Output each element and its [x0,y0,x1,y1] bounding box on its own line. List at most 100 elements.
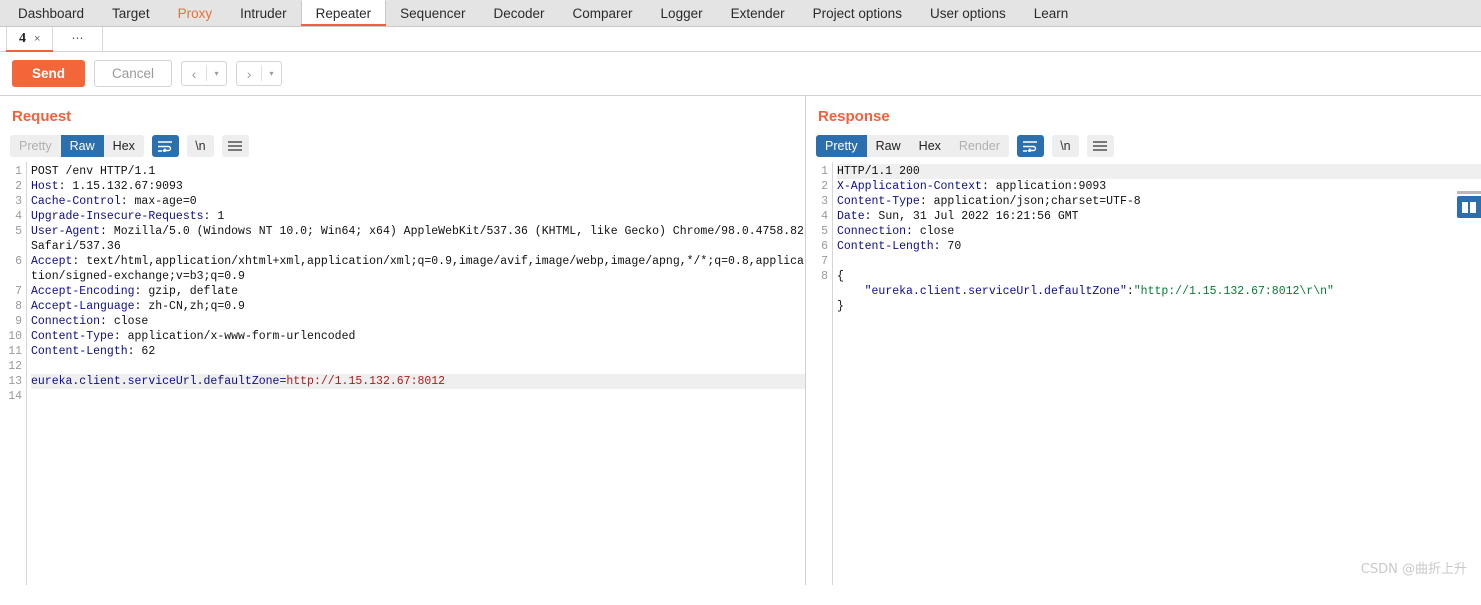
response-pane: Response Pretty Raw Hex Render \n 12345678 … [806,96,1481,585]
wrap-lines-icon[interactable] [1016,135,1044,157]
request-token: Accept-Encoding [31,285,135,298]
request-response-split: Request Pretty Raw Hex \n 1 2 3 4 5 6 7 8 9 10 11 12 1… [0,96,1481,585]
newline-toggle-icon[interactable]: \n [186,135,214,157]
chevron-right-icon: › [246,65,252,82]
main-tab-repeater[interactable]: Repeater [300,0,387,26]
hamburger-menu-icon[interactable] [221,135,249,157]
response-line-number: 2 [821,180,828,193]
request-line-number: 11 [8,345,22,358]
main-tab-project-options[interactable]: Project options [799,0,916,26]
request-line: Upgrade-Insecure-Requests: 1 [31,209,805,224]
request-view-raw[interactable]: Raw [60,135,104,157]
response-line-number: 5 [821,225,828,238]
repeater-tab-4[interactable]: 4 × [6,27,54,52]
go-back-button[interactable]: ‹ ▾ [181,61,228,86]
response-token: } [837,300,844,313]
request-line: Accept: text/html,application/xhtml+xml,… [31,254,805,284]
go-forward-button[interactable]: › ▾ [236,61,283,86]
main-tab-target[interactable]: Target [98,0,164,26]
response-token: : application:9093 [981,180,1107,193]
request-token: Upgrade-Insecure-Requests [31,210,204,223]
request-line-number: 1 [15,165,22,178]
request-token: : max-age=0 [120,195,197,208]
request-line: Content-Type: application/x-www-form-url… [31,329,805,344]
response-line: HTTP/1.1 200 [837,164,1481,179]
response-view-render: Render [949,135,1009,157]
request-line [31,359,805,374]
response-view-pretty[interactable]: Pretty [816,135,867,157]
response-line-number: 1 [821,165,828,178]
send-button[interactable]: Send [12,60,86,87]
main-tab-bar: Dashboard Target Proxy Intruder Repeater Sequ… [0,0,1481,27]
response-view-raw[interactable]: Raw [866,135,910,157]
response-line: { [837,269,1481,284]
request-text[interactable]: POST /env HTTP/1.1 Host: 1.15.132.67:9093… [26,162,805,585]
request-token: : 62 [127,345,156,358]
main-tab-extender[interactable]: Extender [717,0,799,26]
response-token: : [1126,285,1134,298]
request-token: User-Agent [31,225,101,238]
newline-toggle-icon[interactable]: \n [1051,135,1079,157]
request-line-number: 13 [8,375,22,388]
request-line-number: 9 [15,315,22,328]
response-line: Content-Length: 70 [837,239,1481,254]
response-token: : close [906,225,955,238]
chevron-down-icon[interactable]: ▾ [262,62,281,85]
divider [1457,191,1481,194]
main-tab-user-options[interactable]: User options [916,0,1020,26]
request-line-number: 8 [15,300,22,313]
main-tab-comparer[interactable]: Comparer [559,0,647,26]
response-token: { [837,270,844,283]
main-tab-intruder[interactable]: Intruder [226,0,301,26]
request-token: Connection [31,315,101,328]
response-token [837,285,865,298]
repeater-action-bar: Send Cancel ‹ ▾ › ▾ [0,52,1481,96]
close-icon[interactable]: × [34,33,40,45]
chevron-down-icon[interactable]: ▾ [207,62,226,85]
request-token: : 1 [203,210,225,223]
request-token: Accept-Language [31,300,135,313]
request-token: : text/html,application/xhtml+xml,applic… [31,255,804,283]
tab-bar-filler [103,27,1481,51]
request-line: Content-Length: 62 [31,344,805,359]
hamburger-menu-icon[interactable] [1086,135,1114,157]
request-line: Accept-Encoding: gzip, deflate [31,284,805,299]
wrap-lines-icon[interactable] [151,135,179,157]
main-tab-logger[interactable]: Logger [647,0,717,26]
response-view-toolbar: Pretty Raw Hex Render \n [806,125,1481,157]
response-token: : Sun, 31 Jul 2022 16:21:56 GMT [864,210,1079,223]
response-title: Response [818,108,890,125]
main-tab-decoder[interactable]: Decoder [479,0,558,26]
cancel-button[interactable]: Cancel [94,60,173,87]
main-tab-sequencer[interactable]: Sequencer [386,0,479,26]
request-line-number: 7 [15,285,22,298]
main-tab-learn[interactable]: Learn [1020,0,1083,26]
request-line: Accept-Language: zh-CN,zh;q=0.9 [31,299,805,314]
response-token: X-Application-Context [837,180,982,193]
request-line-number: 4 [15,210,22,223]
response-line-number: 7 [821,255,828,268]
request-view-pretty: Pretty [10,135,61,157]
main-tab-dashboard[interactable]: Dashboard [4,0,98,26]
response-view-hex[interactable]: Hex [909,135,950,157]
request-token: : gzip, deflate [134,285,239,298]
main-tab-proxy[interactable]: Proxy [164,0,227,26]
panel-layout-icon[interactable] [1457,191,1481,218]
request-token: Host [31,180,59,193]
request-line-number: 2 [15,180,22,193]
request-line-number: 3 [15,195,22,208]
response-line: "eureka.client.serviceUrl.defaultZone":"… [837,284,1481,299]
request-editor[interactable]: 1 2 3 4 5 6 7 8 9 10 11 12 13 14 POST /env HTTP/1.1 Ho… [0,162,805,585]
request-token: : application/x-www-form-urlencoded [113,330,356,343]
request-line-numbers: 1 2 3 4 5 6 7 8 9 10 11 12 13 14 [0,162,26,585]
watermark: CSDN @曲折上升 [1360,562,1467,577]
response-line-number [806,284,828,299]
response-text[interactable]: HTTP/1.1 200 X-Application-Context: appli… [832,162,1481,585]
request-line [31,389,805,404]
response-token: Connection [837,225,907,238]
response-line-number: 3 [821,195,828,208]
request-view-hex[interactable]: Hex [103,135,144,157]
request-token: : 1.15.132.67:9093 [58,180,183,193]
repeater-tab-overflow[interactable]: ⋯ [53,27,104,51]
response-editor[interactable]: 12345678 HTTP/1.1 200 X-Application-Conte… [806,162,1481,585]
